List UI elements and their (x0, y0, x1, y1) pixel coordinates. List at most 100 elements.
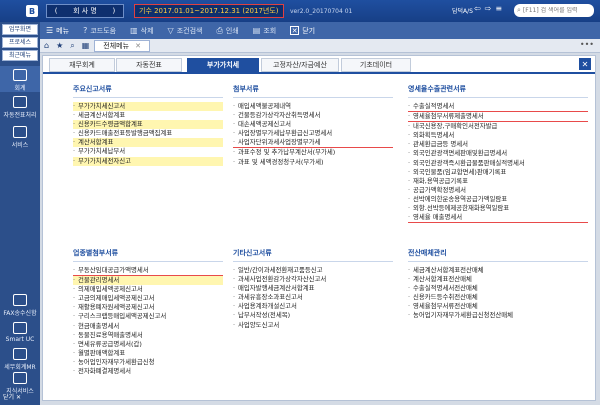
menu-item[interactable]: 사업장별부가세납부환급신고명세서 (233, 129, 393, 138)
nav-item-fax[interactable]: FAX송수신함 (0, 294, 40, 318)
home-icon[interactable]: ⌂ (44, 41, 49, 50)
subtab-basic-data[interactable]: 기초데이터 (341, 58, 411, 72)
menu-item[interactable]: 면세유류공급명세서(갑) (73, 340, 223, 349)
recent-menu-button[interactable]: 최근메뉴 (2, 50, 38, 61)
menu-item[interactable]: 과표수정 및 추가납부계산서(부가세) (233, 148, 393, 157)
subtab-auto-voucher[interactable]: 자동전표 (116, 58, 182, 72)
menu-item[interactable]: 대손세액공제신고서 (233, 120, 393, 129)
menu-item[interactable]: 부가가치세전자신고 (73, 156, 223, 166)
subtab-financial[interactable]: 재무회계 (49, 58, 115, 72)
delete-button[interactable]: ▥ 삭제 (130, 26, 153, 36)
nav-item-knowledge[interactable]: 지식서비스 (0, 372, 40, 395)
menu-item[interactable]: 건물등감가상각자산취득명세서 (233, 111, 393, 120)
subtabs: 재무회계 자동전표 부가가치세 고정자산/자금예산 기초데이터 ✕ (43, 56, 595, 74)
menu-item[interactable]: 외화획득명세서 (408, 131, 588, 140)
close-icon[interactable]: ✕ (579, 58, 591, 70)
back-arrow-icon[interactable]: ⇦ (474, 4, 481, 13)
menu-item[interactable]: 월별판매액합계표 (73, 349, 223, 358)
grid-icon[interactable]: ▦ (82, 41, 90, 50)
menu-item[interactable]: 사업자단위과세사업장별부가세 (233, 138, 393, 149)
menu-item[interactable]: 외항.선박등에제공한재화용역일람표 (408, 204, 588, 213)
menu-item[interactable]: 의제매입세액공제신고서 (73, 285, 223, 294)
nav-item-smart-uc[interactable]: Smart UC (0, 322, 40, 344)
menu-item[interactable]: 부동산임대공급가액명세서 (73, 266, 223, 277)
menu-item[interactable]: 세금계산서합계표전산매체 (408, 266, 588, 275)
condition-search-label: 조건검색 (176, 26, 203, 35)
uc-icon (13, 322, 27, 334)
menu-item[interactable]: 수출실적명세서 (408, 102, 588, 113)
more-icon[interactable]: ••• (580, 40, 594, 49)
star-icon[interactable]: ★ (56, 41, 63, 50)
menu-item[interactable]: 영세율 매출명세서 (408, 213, 588, 224)
menu-item[interactable]: 수출실적명세서전산매체 (408, 284, 588, 293)
view-button[interactable]: ▤ 조회 (253, 26, 276, 36)
menu-item[interactable]: 신용카드등수취전산매체 (408, 293, 588, 302)
title-icons: ⇦ ⇨ ≡ (474, 4, 502, 13)
delete-label: 삭제 (140, 26, 154, 35)
menu-item[interactable]: 신용카드수령금액합계표 (73, 120, 223, 130)
menu-icon[interactable]: ≡ (495, 4, 502, 13)
work-screen-button[interactable]: 업무화면 (2, 24, 38, 35)
tab-all-menu[interactable]: 전체메뉴 ✕ (94, 39, 150, 52)
code-help-button[interactable]: ? 코드도움 (83, 26, 116, 36)
menu-item[interactable]: 과표 및 세액경정청구서(부가세) (233, 158, 393, 167)
nav-label: 세무회계MR (4, 364, 36, 371)
menu-item[interactable]: 농어업기자재부가세환급신청전산매체 (408, 311, 588, 320)
process-button[interactable]: 프로세스 (2, 37, 38, 48)
search-input[interactable] (522, 7, 589, 14)
search-icon: ⌕ (517, 6, 521, 14)
tab-strip: ⌂ ★ ⌕ ▦ 전체메뉴 ✕ ••• (40, 39, 600, 53)
menu-item[interactable]: 신용카드매출전표등발행금액집계표 (73, 129, 223, 138)
search-icon[interactable]: ⌕ (70, 41, 74, 51)
menu-item[interactable]: 현금매출명세서 (73, 322, 223, 331)
menu-item[interactable]: 내국신용장,구매확인서전자발급 (408, 122, 588, 131)
print-button[interactable]: ⎙ 인쇄 (216, 26, 238, 36)
close-all-button[interactable]: 닫기 ✕ (3, 392, 21, 401)
close-button[interactable]: ✕ 닫기 (290, 26, 315, 36)
close-icon[interactable]: ✕ (135, 42, 141, 50)
left-nav-buttons: 업무화면 프로세스 최근메뉴 (0, 22, 40, 61)
menu-item[interactable]: 영세율첨부서류제출명세서 (408, 112, 588, 123)
company-selector[interactable]: ( 회 사 명 ) (46, 4, 124, 18)
fiscal-period[interactable]: 기수 2017.01.01~2017.12.31 (2017년도) (134, 4, 284, 18)
menu-item[interactable]: 구리스크랩등매입세액공제신고서 (73, 312, 223, 321)
menu-item[interactable]: 외국인물품(임교합면세)판매기록표 (408, 168, 588, 177)
hamburger-icon: ☰ (46, 26, 54, 35)
menu-item[interactable]: 부가가치세신고서 (73, 102, 223, 112)
print-label: 인쇄 (225, 26, 239, 35)
subtab-fixed-assets[interactable]: 고정자산/자금예산 (261, 58, 339, 72)
menu-item[interactable]: 매입세액불공제내역 (233, 102, 393, 111)
menu-item[interactable]: 매입자발행세금계산서합계표 (233, 284, 393, 293)
menu-item[interactable]: 세금계산서합계표 (73, 111, 223, 120)
menu-item[interactable]: 외국인관광객즉시환급물품판매실적명세서 (408, 159, 588, 168)
menu-item[interactable]: 과세사업전환감가상각자산신고서 (233, 275, 393, 284)
menu-button[interactable]: ☰ 메뉴 (46, 26, 69, 36)
menu-item[interactable]: 재화,용역공급기록표 (408, 177, 588, 186)
menu-item[interactable]: 일반/간이과세전환재고품등신고 (233, 266, 393, 275)
menu-item[interactable]: 과세유흥장소과표신고서 (233, 293, 393, 302)
nav-item-accounting[interactable]: 회계 (0, 66, 40, 92)
forward-arrow-icon[interactable]: ⇨ (485, 4, 492, 13)
menu-item[interactable]: 부가가치세납부서 (73, 147, 223, 156)
toolbar: ☰ 메뉴 ? 코드도움 ▥ 삭제 ▽ 조건검색 ⎙ 인쇄 ▤ 조회 ✕ 닫기 (40, 22, 600, 39)
menu-item[interactable]: 전자화폐결제명세서 (73, 367, 223, 376)
subtab-vat[interactable]: 부가가치세 (187, 58, 259, 72)
nav-item-auto-voucher[interactable]: 자동전표처리 (0, 96, 40, 122)
menu-item[interactable]: 공급가액확정명세서 (408, 186, 588, 195)
nav-label: 서비스 (11, 142, 29, 149)
condition-search-button[interactable]: ▽ 조건검색 (168, 26, 203, 36)
menu-item[interactable]: 고금의제매입세액공제신고서 (73, 294, 223, 303)
menu-item[interactable]: 납부서작성(전세목) (233, 311, 393, 320)
global-search[interactable]: ⌕ (514, 4, 594, 17)
menu-item[interactable]: 농어업인자재부가세환급신청 (73, 358, 223, 367)
menu-item[interactable]: 동물진료용역매출명세서 (73, 331, 223, 340)
menu-item[interactable]: 외국인관광객면세판매및환급명세서 (408, 149, 588, 158)
nav-item-tax-mr[interactable]: 세무회계MR (0, 348, 40, 371)
user-info[interactable]: 담덕A/S (452, 6, 473, 15)
menu-item[interactable]: 건물관리명세서 (73, 276, 223, 286)
menu-item[interactable]: 계산서합계표전산매체 (408, 275, 588, 284)
monitor-icon (13, 126, 27, 138)
nav-item-service[interactable]: 서비스 (0, 126, 40, 152)
menu-item[interactable]: 선박에의한운송용역공급가액일람표 (408, 195, 588, 204)
menu-item[interactable]: 사업양도신고서 (233, 321, 393, 330)
